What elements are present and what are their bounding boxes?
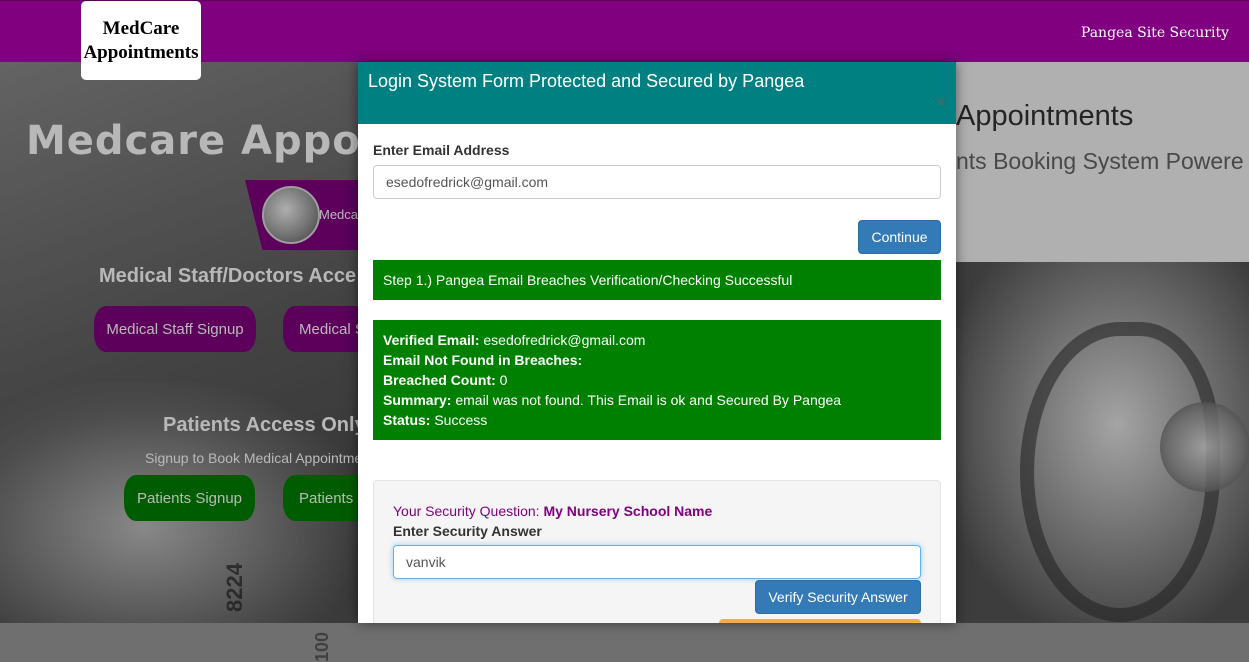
email-input[interactable]	[373, 165, 941, 199]
summary-row: Summary: email was not found. This Email…	[383, 392, 842, 408]
brand-line-2: Appointments	[83, 41, 199, 63]
security-question-panel: Your Security Question: My Nursery Schoo…	[373, 480, 941, 623]
security-question: Your Security Question: My Nursery Schoo…	[393, 503, 713, 519]
verify-security-answer-button[interactable]: Verify Security Answer	[755, 580, 921, 614]
security-answer-label: Enter Security Answer	[393, 523, 542, 539]
next-button-partial[interactable]	[719, 619, 921, 623]
breached-count-row: Breached Count: 0	[383, 372, 508, 388]
close-icon[interactable]: ×	[935, 92, 946, 113]
email-label: Enter Email Address	[373, 142, 510, 158]
modal-title: Login System Form Protected and Secured …	[368, 71, 805, 91]
continue-button[interactable]: Continue	[858, 220, 941, 254]
step1-success-alert: Step 1.) Pangea Email Breaches Verificat…	[373, 260, 941, 300]
modal-header: Login System Form Protected and Secured …	[358, 62, 956, 124]
breach-result-alert: Verified Email: esedofredrick@gmail.com …	[373, 320, 941, 440]
bg-box-number-2: 100	[312, 631, 332, 662]
login-modal: Login System Form Protected and Secured …	[358, 62, 956, 623]
status-row: Status: Success	[383, 412, 488, 428]
not-found-row: Email Not Found in Breaches:	[383, 352, 583, 368]
pangea-site-security-link[interactable]: Pangea Site Security	[1081, 25, 1229, 41]
step1-message: Step 1.) Pangea Email Breaches Verificat…	[383, 272, 793, 288]
verified-email-row: Verified Email: esedofredrick@gmail.com	[383, 332, 646, 348]
brand-logo[interactable]: MedCare Appointments	[81, 1, 201, 80]
security-answer-input[interactable]	[393, 545, 921, 579]
brand-line-1: MedCare	[102, 17, 180, 39]
